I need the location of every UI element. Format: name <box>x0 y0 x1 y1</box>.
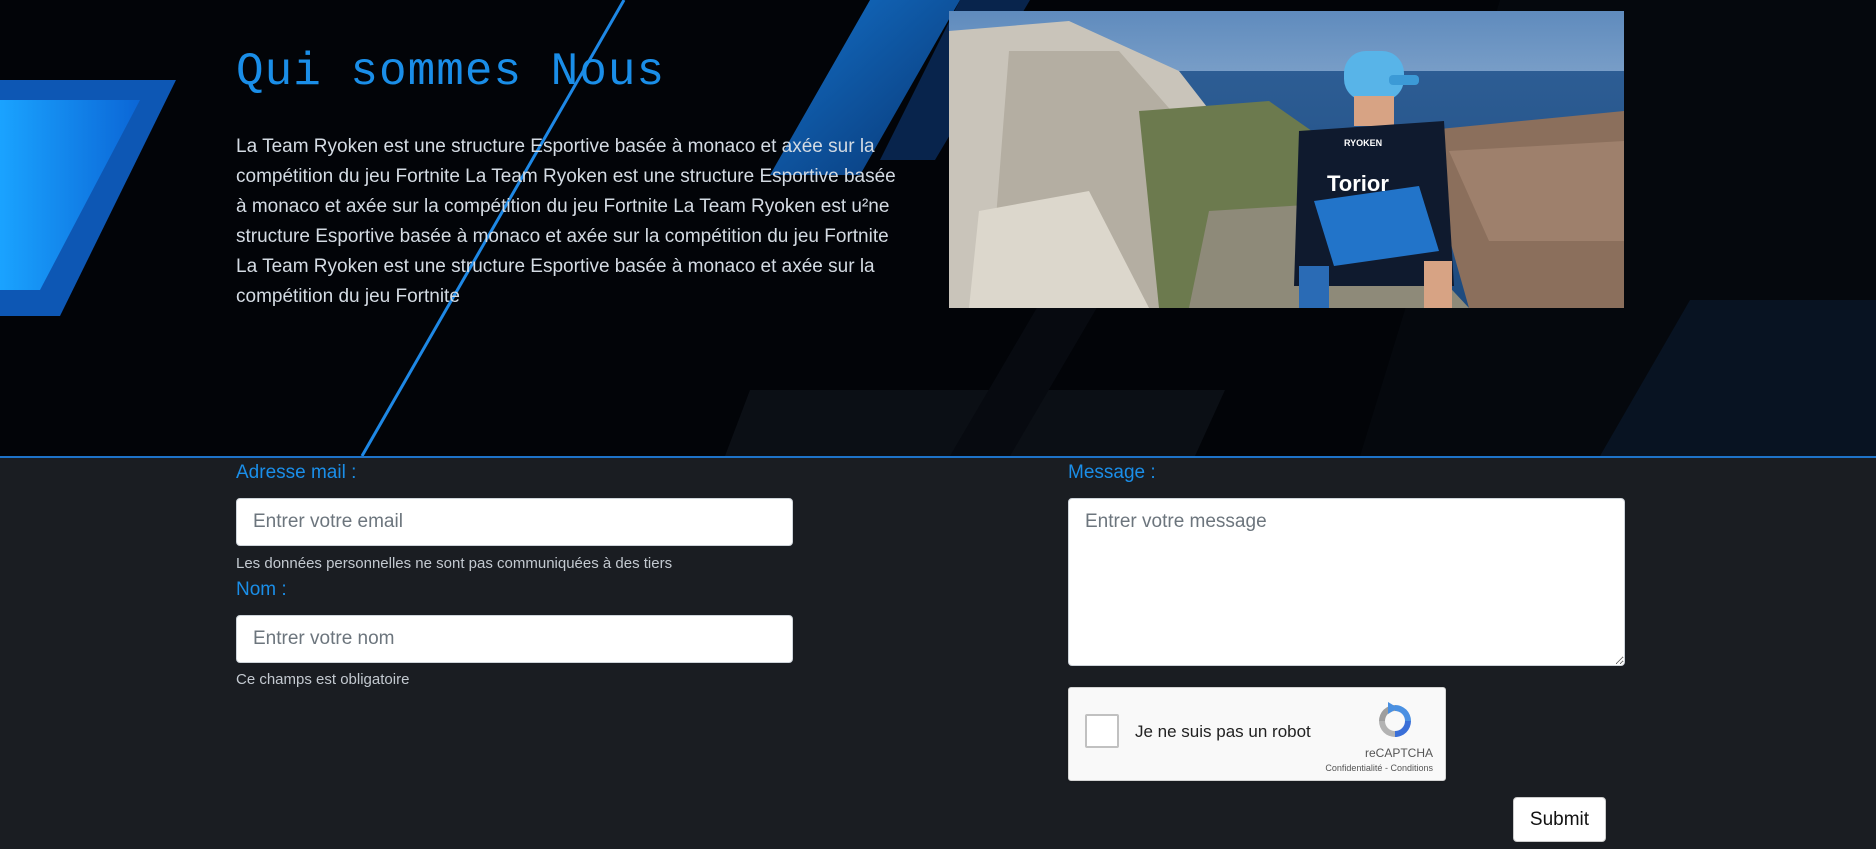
name-hint: Ce champs est obligatoire <box>236 671 410 688</box>
name-label: Nom : <box>236 579 287 600</box>
jersey-brand: RYOKEN <box>1344 138 1382 148</box>
message-label: Message : <box>1068 462 1156 483</box>
recaptcha-link-separator: - <box>1384 763 1388 773</box>
recaptcha-checkbox[interactable] <box>1085 714 1119 748</box>
about-section: Qui sommes Nous La Team Ryoken est une s… <box>0 0 1876 458</box>
recaptcha-terms-link[interactable]: Conditions <box>1390 763 1433 773</box>
email-hint: Les données personnelles ne sont pas com… <box>236 555 673 572</box>
team-photo: Torior RYOKEN <box>949 11 1624 308</box>
message-field[interactable] <box>1068 498 1625 666</box>
recaptcha-logo-icon <box>1379 702 1411 737</box>
name-field[interactable] <box>236 615 793 663</box>
about-description: La Team Ryoken est une structure Esporti… <box>236 136 896 307</box>
jersey-name: Torior <box>1327 171 1389 196</box>
recaptcha-links: Confidentialité - Conditions <box>1325 763 1433 773</box>
recaptcha-privacy-link[interactable]: Confidentialité <box>1325 763 1382 773</box>
recaptcha-label: Je ne suis pas un robot <box>1135 722 1311 741</box>
recaptcha-widget: Je ne suis pas un robot reCAPTCHA Confid… <box>1068 687 1446 781</box>
page-title: Qui sommes Nous <box>236 46 666 98</box>
team-photo-image: Torior RYOKEN <box>949 11 1624 308</box>
submit-button[interactable]: Submit <box>1513 797 1606 842</box>
email-label: Adresse mail : <box>236 462 357 483</box>
recaptcha-brand: reCAPTCHA <box>1364 746 1433 760</box>
email-field[interactable] <box>236 498 793 546</box>
